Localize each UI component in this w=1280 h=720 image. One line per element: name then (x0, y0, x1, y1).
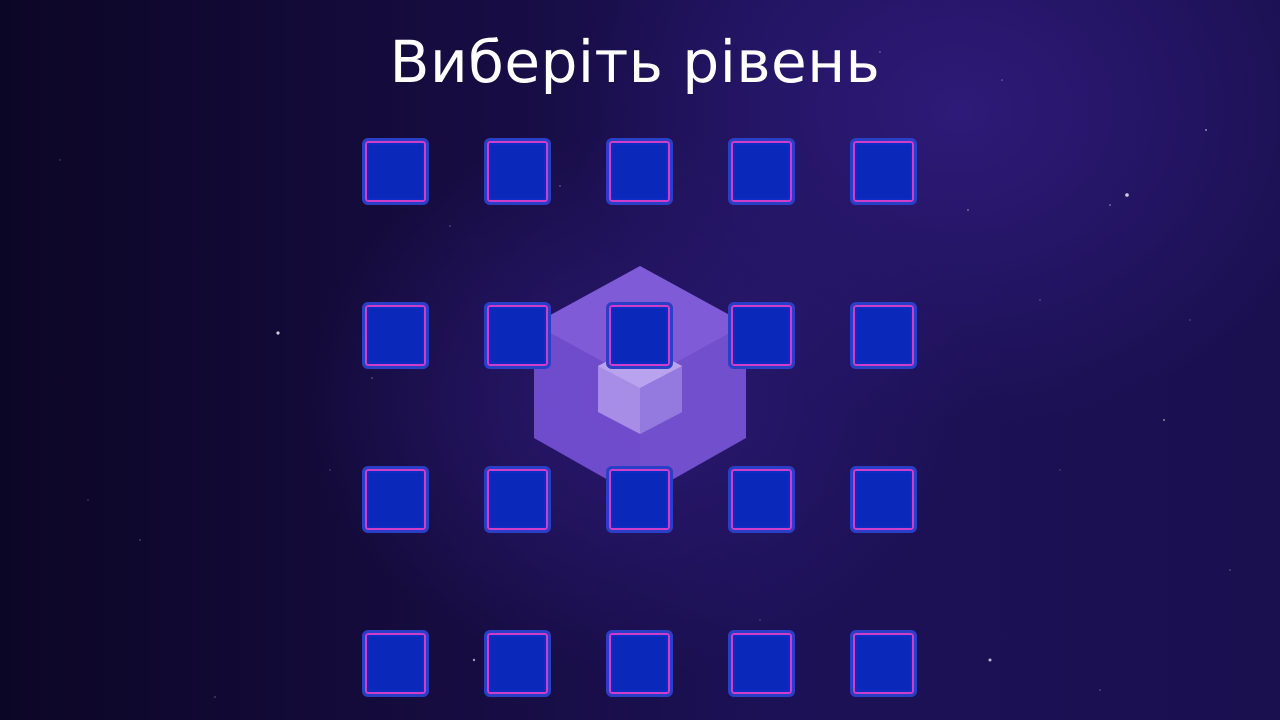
level-button-14[interactable] (728, 466, 795, 533)
level-button-8[interactable] (606, 302, 673, 369)
level-button-13[interactable] (606, 466, 673, 533)
level-button-10[interactable] (850, 302, 917, 369)
level-button-4[interactable] (728, 138, 795, 205)
level-button-20[interactable] (850, 630, 917, 697)
level-button-17[interactable] (484, 630, 551, 697)
level-button-5[interactable] (850, 138, 917, 205)
level-button-15[interactable] (850, 466, 917, 533)
level-button-2[interactable] (484, 138, 551, 205)
level-button-1[interactable] (362, 138, 429, 205)
page-title: Виберіть рівень (389, 28, 881, 96)
level-button-12[interactable] (484, 466, 551, 533)
level-button-7[interactable] (484, 302, 551, 369)
level-button-11[interactable] (362, 466, 429, 533)
level-grid (360, 136, 920, 700)
level-button-18[interactable] (606, 630, 673, 697)
level-button-6[interactable] (362, 302, 429, 369)
level-button-9[interactable] (728, 302, 795, 369)
level-button-16[interactable] (362, 630, 429, 697)
level-button-19[interactable] (728, 630, 795, 697)
level-button-3[interactable] (606, 138, 673, 205)
